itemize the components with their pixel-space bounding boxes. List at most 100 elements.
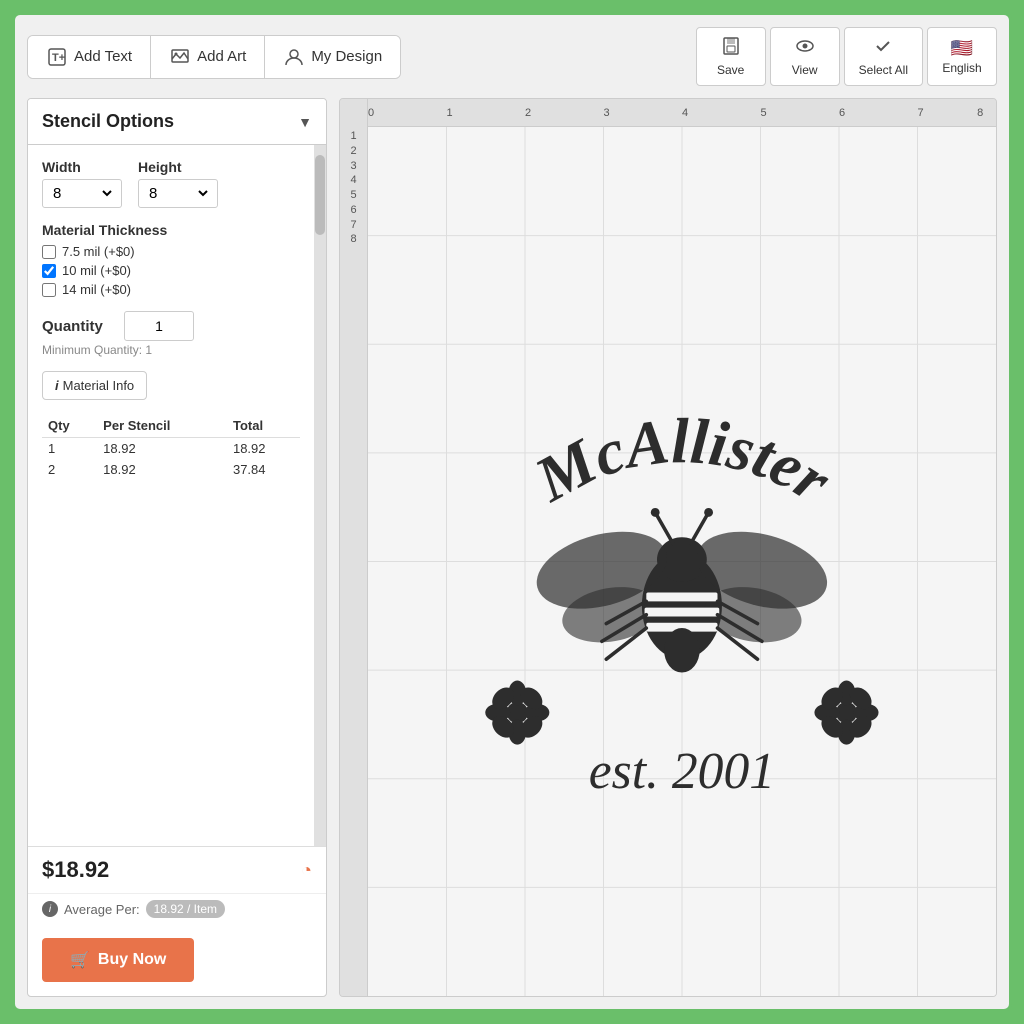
quantity-input[interactable] bbox=[124, 311, 194, 341]
content-area: Stencil Options ▼ Width 8 4 6 bbox=[27, 98, 997, 997]
add-art-button[interactable]: Add Art bbox=[151, 36, 265, 78]
canvas-grid: McAllister bbox=[368, 127, 996, 996]
add-art-label: Add Art bbox=[197, 48, 246, 65]
height-select[interactable]: 8 4 6 10 12 bbox=[138, 179, 218, 208]
thickness-checkbox-1[interactable] bbox=[42, 264, 56, 278]
add-text-label: Add Text bbox=[74, 48, 132, 65]
english-button[interactable]: 🇺🇸 English bbox=[927, 27, 997, 86]
price-display: $18.92 bbox=[42, 857, 109, 883]
row-total-1: 18.92 bbox=[227, 438, 300, 460]
add-text-icon: T+ bbox=[46, 46, 68, 68]
select-all-button[interactable]: Select All bbox=[844, 27, 923, 86]
english-label: English bbox=[942, 61, 981, 75]
material-info-section: i Material Info bbox=[42, 371, 300, 400]
ruler-left-num-1: 1 bbox=[350, 130, 356, 142]
thickness-label-1: 10 mil (+$0) bbox=[62, 263, 131, 278]
thickness-checkbox-0[interactable] bbox=[42, 245, 56, 259]
width-select[interactable]: 8 4 6 10 12 bbox=[42, 179, 122, 208]
dimension-row: Width 8 4 6 10 12 bbox=[42, 159, 300, 208]
bee-design bbox=[528, 508, 835, 673]
price-section: $18.92 ◔ bbox=[28, 846, 326, 893]
col-header-qty: Qty bbox=[42, 414, 97, 438]
scrollbar-area: Width 8 4 6 10 12 bbox=[28, 145, 326, 846]
width-label: Width bbox=[42, 159, 122, 175]
ruler-top-num-4: 4 bbox=[682, 107, 688, 119]
width-select-input[interactable]: 8 4 6 10 12 bbox=[49, 184, 115, 203]
select-all-label: Select All bbox=[859, 63, 908, 77]
buy-now-button[interactable]: 🛒 Buy Now bbox=[42, 938, 194, 982]
ruler-top-num-0: 0 bbox=[368, 107, 374, 119]
material-info-button[interactable]: i Material Info bbox=[42, 371, 147, 400]
row-qty-2: 2 bbox=[42, 459, 97, 480]
scroll-content: Width 8 4 6 10 12 bbox=[28, 145, 314, 846]
thickness-checkbox-2[interactable] bbox=[42, 283, 56, 297]
min-quantity-text: Minimum Quantity: 1 bbox=[42, 343, 300, 357]
view-button[interactable]: View bbox=[770, 27, 840, 86]
thickness-label-2: 14 mil (+$0) bbox=[62, 282, 131, 297]
ruler-top-num-2: 2 bbox=[525, 107, 531, 119]
ruler-left: 1 2 3 4 5 6 7 8 bbox=[340, 127, 368, 996]
toolbar: T+ Add Text Add Art bbox=[27, 27, 997, 86]
view-label: View bbox=[792, 63, 818, 77]
toolbar-right: Save View Select All bbox=[696, 27, 997, 86]
scroll-track[interactable] bbox=[314, 145, 326, 846]
buy-now-label: Buy Now bbox=[98, 951, 166, 969]
row-total-2: 37.84 bbox=[227, 459, 300, 480]
material-thickness-label: Material Thickness bbox=[42, 222, 300, 238]
ruler-corner bbox=[340, 99, 368, 127]
table-row: 2 18.92 37.84 bbox=[42, 459, 300, 480]
info-icon: i bbox=[55, 378, 59, 393]
svg-text:est. 2001: est. 2001 bbox=[589, 743, 775, 800]
flag-icon: 🇺🇸 bbox=[951, 38, 973, 59]
ruler-top-num-5: 5 bbox=[761, 107, 767, 119]
left-flower bbox=[485, 681, 549, 745]
col-header-total: Total bbox=[227, 414, 300, 438]
row-per-2: 18.92 bbox=[97, 459, 227, 480]
ruler-left-num-8: 8 bbox=[350, 233, 356, 245]
ruler-top-numbers: 0 1 2 3 4 5 6 7 8 bbox=[368, 99, 996, 126]
select-all-icon bbox=[873, 36, 893, 61]
ruler-left-num-2: 2 bbox=[350, 145, 356, 157]
my-design-icon bbox=[283, 46, 305, 68]
avg-per-label: Average Per: bbox=[64, 902, 140, 917]
stencil-options-title: Stencil Options bbox=[42, 111, 174, 132]
material-thickness-section: Material Thickness 7.5 mil (+$0) 10 mil … bbox=[42, 222, 300, 297]
quantity-row: Quantity bbox=[42, 311, 300, 341]
ruler-top-num-1: 1 bbox=[447, 107, 453, 119]
add-text-button[interactable]: T+ Add Text bbox=[28, 36, 151, 78]
ruler-top-num-6: 6 bbox=[839, 107, 845, 119]
my-design-label: My Design bbox=[311, 48, 382, 65]
thickness-label-0: 7.5 mil (+$0) bbox=[62, 244, 135, 259]
main-container: T+ Add Text Add Art bbox=[12, 12, 1012, 1012]
stencil-options-arrow: ▼ bbox=[298, 114, 312, 130]
ruler-left-num-6: 6 bbox=[350, 204, 356, 216]
toolbar-left: T+ Add Text Add Art bbox=[27, 35, 401, 79]
canvas-area: 0 1 2 3 4 5 6 7 8 1 2 3 4 5 bbox=[339, 98, 997, 997]
avg-per-badge: 18.92 / Item bbox=[146, 900, 225, 918]
material-info-label: Material Info bbox=[63, 378, 135, 393]
checkbox-group: 7.5 mil (+$0) 10 mil (+$0) 14 mil (+$0) bbox=[42, 244, 300, 297]
thickness-option-0[interactable]: 7.5 mil (+$0) bbox=[42, 244, 300, 259]
height-group: Height 8 4 6 10 12 bbox=[138, 159, 218, 208]
cart-icon: 🛒 bbox=[70, 950, 90, 970]
ruler-left-num-5: 5 bbox=[350, 189, 356, 201]
scroll-thumb bbox=[315, 155, 325, 235]
pricing-table: Qty Per Stencil Total 1 18.92 18.92 bbox=[42, 414, 300, 480]
left-panel: Stencil Options ▼ Width 8 4 6 bbox=[27, 98, 327, 997]
svg-text:T+: T+ bbox=[52, 52, 65, 64]
ruler-top: 0 1 2 3 4 5 6 7 8 bbox=[340, 99, 996, 127]
view-icon bbox=[795, 36, 815, 61]
thickness-option-1[interactable]: 10 mil (+$0) bbox=[42, 263, 300, 278]
quantity-section: Quantity Minimum Quantity: 1 bbox=[42, 311, 300, 357]
save-icon bbox=[721, 36, 741, 61]
col-header-per-stencil: Per Stencil bbox=[97, 414, 227, 438]
row-per-1: 18.92 bbox=[97, 438, 227, 460]
save-label: Save bbox=[717, 63, 744, 77]
height-select-input[interactable]: 8 4 6 10 12 bbox=[145, 184, 211, 203]
save-button[interactable]: Save bbox=[696, 27, 766, 86]
ruler-top-num-8: 8 bbox=[977, 107, 983, 119]
thickness-option-2[interactable]: 14 mil (+$0) bbox=[42, 282, 300, 297]
avg-per-section: i Average Per: 18.92 / Item bbox=[28, 893, 326, 928]
my-design-button[interactable]: My Design bbox=[265, 36, 400, 78]
ruler-left-num-3: 3 bbox=[350, 160, 356, 172]
